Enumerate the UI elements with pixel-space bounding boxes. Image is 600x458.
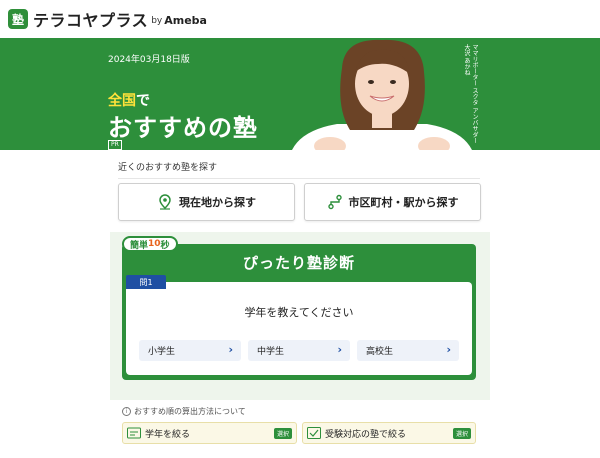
choice-label: 中学生 — [257, 347, 285, 357]
search-area-station-button[interactable]: 市区町村・駅から探す — [304, 183, 481, 221]
site-header: 塾 テラコヤプラス by Ameba — [0, 0, 600, 38]
area-station-label: 市区町村・駅から探す — [348, 196, 459, 209]
chevron-right-icon: › — [446, 343, 451, 356]
quick-tag: 簡単 10 秒 — [122, 236, 178, 252]
exam-icon — [307, 427, 321, 439]
filter-grade-label: 学年を絞る — [145, 429, 191, 440]
quick-tag-prefix: 簡単 — [130, 240, 149, 251]
question-number: 問1 — [126, 275, 166, 289]
grade-icon — [127, 427, 141, 439]
question-box — [126, 282, 472, 375]
hero-date: 2024年03月18日版 — [108, 55, 190, 65]
ranking-method-link[interactable]: i おすすめ順の算出方法について — [122, 406, 246, 417]
hero-subtitle-rest: で — [136, 93, 150, 109]
choice-label: 高校生 — [366, 347, 394, 357]
chevron-right-icon: › — [228, 343, 233, 356]
search-current-location-button[interactable]: 現在地から探す — [118, 183, 295, 221]
ambassador-photo — [292, 39, 472, 150]
diagnosis-title: ぴったり塾診断 — [242, 254, 355, 272]
choice-junior-high[interactable]: 中学生 › — [248, 340, 350, 361]
select-badge: 選択 — [452, 428, 471, 439]
select-badge: 選択 — [273, 428, 292, 439]
question-text: 学年を教えてください — [244, 306, 354, 319]
logo-by: by — [151, 16, 163, 26]
pr-badge: PR — [108, 140, 122, 150]
logo-icon[interactable]: 塾 — [8, 9, 28, 29]
quick-tag-number: 10 — [148, 239, 161, 249]
section-divider — [118, 178, 480, 179]
logo-text[interactable]: テラコヤプラス — [33, 7, 148, 31]
filter-exam-label: 受験対応の塾で絞る — [325, 429, 407, 440]
choice-label: 小学生 — [148, 347, 176, 357]
current-location-label: 現在地から探す — [179, 196, 256, 209]
filter-grade-button[interactable]: 学年を絞る 選択 — [122, 422, 297, 444]
hero-subtitle: 全国で — [108, 90, 150, 110]
choice-elementary[interactable]: 小学生 › — [139, 340, 241, 361]
ranking-method-label: おすすめ順の算出方法について — [134, 407, 246, 416]
nearby-search-label: 近くのおすすめ塾を探す — [118, 163, 218, 173]
location-pin-icon — [159, 194, 171, 210]
hero-title: おすすめの塾 — [108, 114, 258, 142]
quick-tag-suffix: 秒 — [160, 240, 170, 251]
chevron-right-icon: › — [337, 343, 342, 356]
route-icon — [327, 194, 342, 210]
choice-high-school[interactable]: 高校生 › — [357, 340, 459, 361]
logo-ameba: Ameba — [164, 13, 207, 27]
hero-banner: 2024年03月18日版 全国で おすすめの塾 PR ママリボーター スクタ ア… — [0, 38, 600, 150]
info-icon: i — [122, 407, 131, 416]
filter-exam-button[interactable]: 受験対応の塾で絞る 選択 — [302, 422, 476, 444]
hero-highlight: 全国 — [108, 93, 136, 109]
